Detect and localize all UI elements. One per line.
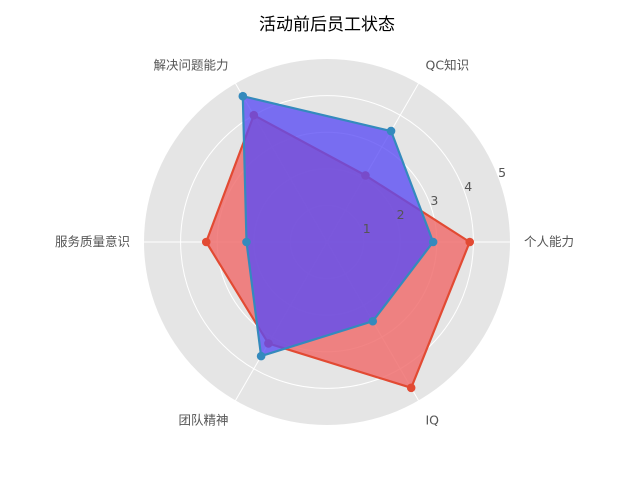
series-1-point	[465, 237, 475, 247]
axis-label: 团队精神	[178, 413, 228, 428]
series-1-point	[406, 383, 416, 393]
radial-tick-label: 3	[430, 193, 438, 208]
series-1-point	[201, 237, 211, 247]
radar-chart: 活动前后员工状态 1 2 3 4 5 个人能力 QC知识 解决问题能力服务质量意识团队精神 IQ	[55, 15, 574, 428]
series-2-point	[428, 237, 438, 247]
series-2-point	[238, 91, 248, 101]
axis-label: QC知识	[426, 57, 470, 72]
series-2-point	[386, 126, 396, 136]
axis-label: 个人能力	[524, 234, 574, 249]
radial-tick-label: 2	[397, 207, 405, 222]
series-2-point	[242, 237, 251, 247]
plot-area: 1 2 3 4 5 个人能力 QC知识 解决问题能力服务质量意识团队精神 IQ	[55, 57, 574, 427]
axis-label: IQ	[426, 413, 440, 428]
radial-tick-label: 5	[498, 165, 506, 180]
series-2-point	[256, 351, 266, 361]
axis-label: 服务质量意识	[55, 234, 130, 249]
series-2-point	[368, 316, 378, 326]
chart-title: 活动前后员工状态	[259, 15, 395, 35]
radial-tick-label: 1	[363, 221, 371, 236]
axis-label: 解决问题能力	[153, 57, 228, 72]
radial-tick-label: 4	[464, 179, 472, 194]
